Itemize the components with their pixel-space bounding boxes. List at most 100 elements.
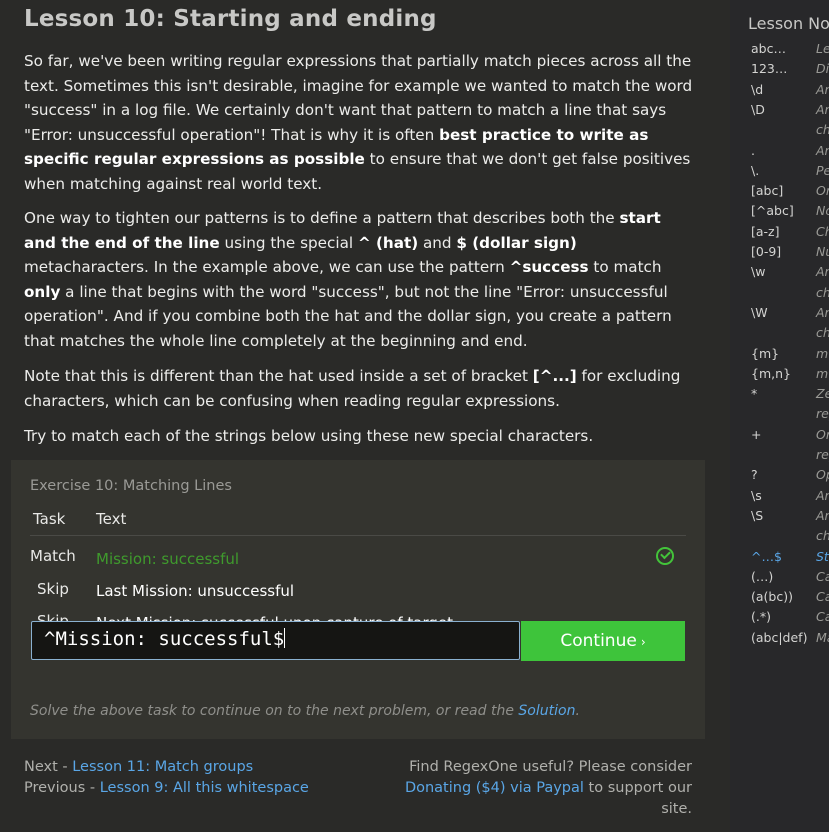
lesson-notes-sidebar: Lesson Notes abc… Letters 123… Digits \d Any … <box>730 0 829 832</box>
note-symbol: abc… <box>751 41 786 56</box>
text: using the special <box>219 233 358 252</box>
chevron-right-icon: › <box>640 635 646 649</box>
note-description: Any Character <box>816 142 829 158</box>
paragraph-anchors: One way to tighten our patterns is to de… <box>24 206 696 354</box>
note-symbol: \d <box>751 81 764 97</box>
note-symbol: ? <box>751 467 758 483</box>
note-symbol: \. <box>751 162 760 178</box>
text: metacharacters. In the example above, we… <box>24 258 510 277</box>
note-symbol: \S <box>751 507 764 523</box>
note-description: Only a, b, or c <box>816 183 829 199</box>
continue-label: Continue <box>560 631 637 651</box>
note-description: Any Digit <box>816 81 829 97</box>
next-lesson-link[interactable]: Lesson 11: Match groups <box>72 759 253 775</box>
lesson-title: Lesson 10: Starting and ending <box>24 6 437 32</box>
column-header-text: Text <box>96 510 127 528</box>
note-symbol: \W <box>751 304 768 320</box>
note-description: Capture Group <box>816 568 829 584</box>
note-description: Characters a to z <box>816 223 829 239</box>
donation-line-2: Donating ($4) via Paypal to support our … <box>370 778 692 820</box>
note-symbol: (…) <box>751 568 774 584</box>
note-description: Optional character <box>816 467 829 483</box>
note-description: Letters <box>816 41 829 56</box>
note-symbol: \w <box>751 264 766 280</box>
note-description: character <box>816 528 829 544</box>
note-description: Capture all <box>816 609 829 625</box>
previous-lesson-line: Previous - Lesson 9: All this whitespace <box>24 778 309 799</box>
note-description: Zero or more <box>816 386 829 402</box>
continue-button[interactable]: Continue › <box>521 621 685 661</box>
note-symbol: \s <box>751 487 762 503</box>
bold-text: $ (dollar sign) <box>456 233 577 252</box>
note-description: Any Non-whitespace <box>816 507 829 523</box>
note-symbol: [0-9] <box>751 244 782 259</box>
note-symbol: [^abc] <box>751 203 794 219</box>
donation-line: Find RegexOne useful? Please consider <box>409 759 692 775</box>
note-symbol: [a-z] <box>751 223 780 239</box>
text-caret <box>284 628 286 648</box>
note-symbol: {m,n} <box>751 365 791 381</box>
text: Solve the above task to continue on to t… <box>30 703 519 719</box>
note-description: Numbers 0 to 9 <box>816 244 829 259</box>
note-description: Digits <box>816 61 829 77</box>
note-description: Any Non-digit <box>816 101 829 117</box>
note-description: character <box>816 284 829 300</box>
donation-note: Find RegexOne useful? Please consider Do… <box>370 757 692 820</box>
note-symbol: {m} <box>751 345 780 361</box>
exercise-panel: Exercise 10: Matching Lines Task Text Ma… <box>11 460 705 739</box>
paragraph-note: Note that this is different than the hat… <box>24 364 696 413</box>
text: and <box>418 233 457 252</box>
note-symbol: . <box>751 142 755 158</box>
note-symbol: (a(bc)) <box>751 589 793 605</box>
next-lesson-line: Next - Lesson 11: Match groups <box>24 757 309 778</box>
header-divider <box>30 535 686 536</box>
regex-input[interactable]: ^Mission: successful$ <box>31 621 520 660</box>
text: Next - <box>24 759 73 775</box>
column-header-task: Task <box>33 510 66 528</box>
check-circle-icon <box>656 547 674 565</box>
exercise-title: Exercise 10: Matching Lines <box>30 478 232 494</box>
task-label-match: Match <box>30 547 76 565</box>
text: to support our site. <box>583 780 692 817</box>
donate-link[interactable]: Donating ($4) via Paypal <box>405 780 584 796</box>
note-symbol: \D <box>751 101 765 117</box>
note-symbol: 123… <box>751 61 788 77</box>
note-description: m Repetitions <box>816 345 829 361</box>
note-symbol: (.*) <box>751 609 771 625</box>
notes-title: Lesson Notes <box>748 14 829 33</box>
regex-input-value: ^Mission: successful$ <box>44 628 285 650</box>
bold-text: ^success <box>509 258 589 277</box>
note-description: Any Non-alphanumeric <box>816 304 829 320</box>
note-description: character <box>816 325 829 341</box>
note-description: Not a, b, nor c <box>816 203 829 219</box>
text: Previous - <box>24 780 100 796</box>
note-description: Matches abc or def <box>816 629 829 645</box>
paragraph-intro: So far, we've been writing regular expre… <box>24 49 696 197</box>
bold-text: ^ (hat) <box>357 233 419 252</box>
text: . <box>575 703 580 719</box>
task-label-skip: Skip <box>37 580 69 598</box>
note-description: Starts and ends <box>816 548 829 564</box>
note-description: m to n Repetitions <box>816 365 829 381</box>
text: to match <box>588 258 662 277</box>
solution-link[interactable]: Solution <box>518 703 575 719</box>
note-symbol: ^…$ <box>751 548 782 564</box>
text: Note that this is different than the hat… <box>24 367 533 385</box>
task-text-0: Mission: successful <box>96 550 240 568</box>
text: a line that begins with the word "succes… <box>24 282 672 350</box>
note-description: repetitions <box>816 447 829 462</box>
bold-text: only <box>24 282 61 301</box>
note-description: character <box>816 122 829 138</box>
task-text-1: Last Mission: unsuccessful <box>96 582 295 600</box>
note-description: Period <box>816 162 829 178</box>
note-symbol: * <box>751 386 758 402</box>
note-description: Capture Sub-group <box>816 589 829 605</box>
note-description: One or more <box>816 426 829 442</box>
note-symbol: [abc] <box>751 183 784 199</box>
paragraph-instruction: Try to match each of the strings below u… <box>24 427 594 445</box>
hint-text: Solve the above task to continue on to t… <box>30 703 580 719</box>
lesson-navigation: Next - Lesson 11: Match groups Previous … <box>24 757 309 799</box>
previous-lesson-link[interactable]: Lesson 9: All this whitespace <box>100 780 309 796</box>
bold-text: [^...] <box>532 367 577 385</box>
note-description: repetitions <box>816 406 829 422</box>
